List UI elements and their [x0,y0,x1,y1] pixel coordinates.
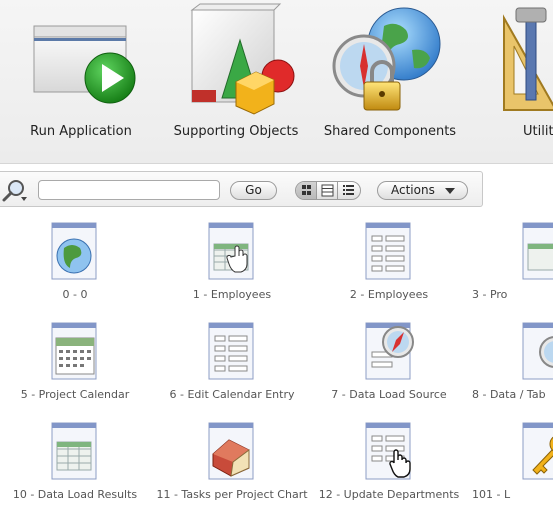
shared-components-icon [332,7,441,111]
shared-components-label: Shared Components [323,124,457,139]
page-item[interactable]: 1 - Employees [152,222,312,314]
chevron-down-icon [445,188,455,194]
run-application-button[interactable]: Run Application [20,0,142,163]
run-application-icon [33,25,136,104]
supporting-objects-icon [190,3,295,115]
view-mode-toggle [295,181,361,200]
utilities-label: Utiliti [523,124,553,139]
page-label: 12 - Update Departments [318,488,460,501]
icon-view-button[interactable] [296,182,317,199]
page-item[interactable]: 5 - Project Calendar [0,322,155,414]
page-label: 2 - Employees [349,288,429,301]
page-label: 11 - Tasks per Project Chart [156,488,308,501]
compass-page-icon [365,322,414,380]
page-label: 10 - Data Load Results [12,488,138,501]
page-item[interactable]: 8 - Data / Tab [466,322,553,414]
page-item[interactable]: 3 - Pro [466,222,553,314]
page-label: 6 - Edit Calendar Entry [169,388,295,401]
app-components-bar: Run Application Supporting Objects Share… [0,0,553,164]
page-label: 7 - Data Load Source [331,388,447,401]
go-button[interactable]: Go [230,181,277,200]
report-view-button[interactable] [317,182,338,199]
page-item[interactable]: 7 - Data Load Source [309,322,469,414]
list-view-icon [343,185,354,195]
form-page-icon [365,422,411,480]
page-label: 3 - Pro [472,288,508,301]
page-label: 8 - Data / Tab [472,388,546,401]
page-item[interactable]: 12 - Update Departments [309,422,469,514]
page-item[interactable]: 0 - 0 [0,222,155,314]
details-view-button[interactable] [338,182,359,199]
page-item[interactable]: 101 - L [466,422,553,514]
page-item[interactable]: 11 - Tasks per Project Chart [152,422,312,514]
page-label: 1 - Employees [192,288,272,301]
page-item[interactable]: 2 - Employees [309,222,469,314]
form-page-icon [208,322,254,380]
supporting-objects-button[interactable]: Supporting Objects [170,0,302,163]
shared-components-button[interactable]: Shared Components [322,0,458,163]
search-icon[interactable] [1,177,27,203]
search-toolbar: Go Actions [0,171,483,207]
form-page-icon [365,222,411,280]
compass-page-icon [522,322,553,380]
utilities-icon [503,7,553,111]
search-input[interactable] [38,180,220,200]
actions-menu-button[interactable]: Actions [377,181,468,200]
grid-page-icon [522,222,553,280]
grid-page-icon [51,422,97,480]
page-item[interactable]: 10 - Data Load Results [0,422,155,514]
chart-page-icon [208,422,254,480]
supporting-objects-label: Supporting Objects [173,124,299,139]
page-label: 0 - 0 [62,288,88,301]
actions-label: Actions [391,183,435,197]
page-label: 101 - L [472,488,511,501]
login-page-icon [522,422,553,480]
report-view-icon [321,184,334,197]
utilities-button[interactable]: Utiliti [492,0,553,163]
calendar-page-icon [51,322,97,380]
page-item[interactable]: 6 - Edit Calendar Entry [152,322,312,414]
grid-view-icon [302,185,311,195]
globe-page-icon [51,222,97,280]
page-label: 5 - Project Calendar [20,388,130,401]
run-application-label: Run Application [30,124,132,139]
grid-page-icon [208,222,254,280]
